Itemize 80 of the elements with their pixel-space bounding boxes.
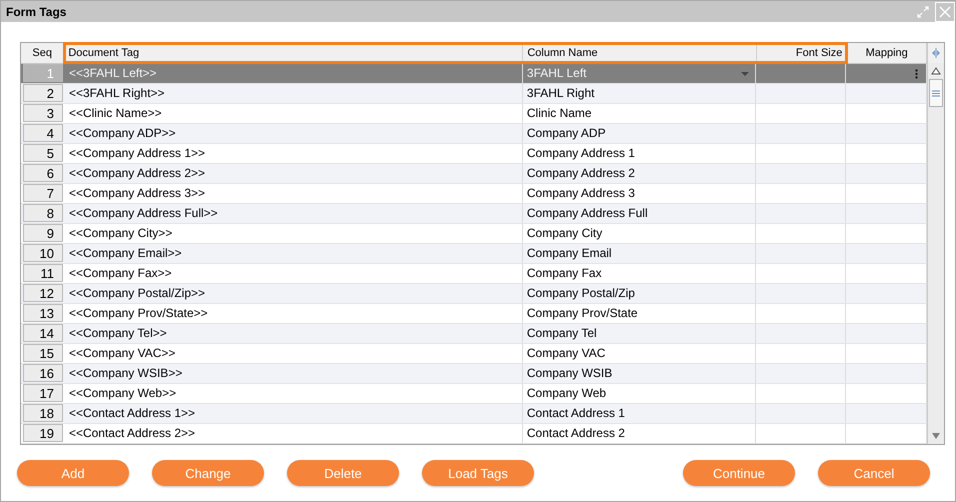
row-number: 3	[23, 104, 63, 122]
maximize-icon[interactable]	[917, 6, 929, 18]
table-cell: Company Address 1	[526, 146, 635, 160]
table-cell: <<Company Tel>>	[64, 324, 523, 343]
table-cell: <<Company Prov/State>>	[64, 304, 523, 323]
row-number: 8	[23, 204, 63, 222]
scroll-up-icon[interactable]	[930, 65, 942, 77]
table-row[interactable]: 12 <<Company Postal/Zip>> Company Postal/Zip	[21, 284, 927, 304]
table-cell: Clinic Name	[526, 106, 592, 120]
table-row[interactable]: 18 <<Contact Address 1>> Contact Address 1	[21, 404, 927, 424]
table-cell: 3FAHL Right	[526, 86, 594, 100]
table-cell: Company Postal/Zip	[526, 286, 635, 300]
table-cell: <<Company Address 3>>	[64, 184, 523, 203]
table-cell: <<Company Email>>	[64, 244, 523, 263]
table-cell: <<Company Address 1>>	[64, 144, 523, 163]
table-cell: <<Company Fax>>	[64, 264, 523, 283]
column-header[interactable]: Seq	[21, 43, 64, 63]
close-icon	[939, 6, 951, 18]
table-cell: Company Address 3	[526, 186, 635, 200]
table-cell: Company WSIB	[526, 366, 612, 380]
table-cell: <<Company City>>	[64, 224, 523, 243]
table-cell: <<Company VAC>>	[64, 344, 523, 363]
table-row[interactable]: 4 <<Company ADP>> Company ADP	[21, 124, 927, 144]
row-number: 1	[23, 64, 63, 82]
table-cell: Company Prov/State	[526, 306, 638, 320]
row-number: 17	[23, 384, 63, 402]
table-cell: Company Email	[526, 246, 612, 260]
table-cell: Company VAC	[526, 346, 606, 360]
table-cell: Company ADP	[526, 126, 606, 140]
row-number: 9	[23, 224, 63, 242]
table-cell: Company Address Full	[526, 206, 648, 220]
close-button[interactable]	[935, 2, 955, 22]
table-cell: Company Web	[526, 386, 606, 400]
window-title: Form Tags	[5, 4, 68, 18]
table-cell: Company Address 2	[526, 166, 635, 180]
row-number: 6	[23, 164, 63, 182]
scrollbar-thumb[interactable]	[929, 79, 943, 107]
table-cell: Company Tel	[526, 326, 597, 340]
table-row[interactable]: 10 <<Company Email>> Company Email	[21, 244, 927, 264]
row-number: 7	[23, 184, 63, 202]
table-cell: <<Contact Address 1>>	[64, 404, 523, 423]
column-header[interactable]: Document Tag	[64, 43, 524, 63]
row-number: 14	[23, 324, 63, 342]
table-row[interactable]: 16 <<Company WSIB>> Company WSIB	[21, 364, 927, 384]
more-icon[interactable]	[915, 69, 918, 79]
row-number: 2	[23, 84, 63, 102]
row-number: 16	[23, 364, 63, 382]
row-number: 4	[23, 124, 63, 142]
table-cell: <<Company Postal/Zip>>	[64, 284, 523, 303]
table-cell: <<Company Address Full>>	[64, 204, 523, 223]
table-cell: <<Company Address 2>>	[64, 164, 523, 183]
column-header[interactable]: Column Name	[523, 43, 758, 63]
table-row[interactable]: 6 <<Company Address 2>> Company Address 2	[21, 164, 927, 184]
table-cell: <<Company ADP>>	[64, 124, 523, 143]
table-cell: Contact Address 1	[526, 406, 625, 420]
table-row[interactable]: 2 <<3FAHL Right>> 3FAHL Right	[21, 84, 927, 104]
row-number: 18	[23, 404, 63, 422]
row-number: 5	[23, 144, 63, 162]
dropdown-caret-icon[interactable]	[741, 72, 750, 76]
row-number: 11	[23, 264, 63, 282]
table-row[interactable]: 8 <<Company Address Full>> Company Address Full	[21, 204, 927, 224]
table-cell: Company Fax	[526, 266, 602, 280]
table-cell: <<3FAHL Left>>	[64, 64, 523, 83]
row-number: 10	[23, 244, 63, 262]
table-cell: <<Clinic Name>>	[64, 104, 523, 123]
table-cell: Company City	[526, 226, 602, 240]
table-row[interactable]: 14 <<Company Tel>> Company Tel	[21, 324, 927, 344]
column-header[interactable]: Font Size	[757, 43, 848, 63]
row-number: 13	[23, 304, 63, 322]
table-cell: 3FAHL Left	[526, 66, 586, 80]
table-row[interactable]: 1 <<3FAHL Left>> 3FAHL Left	[21, 64, 927, 84]
table-cell: <<Company WSIB>>	[64, 364, 523, 383]
table-cell: Contact Address 2	[526, 426, 625, 440]
row-number: 12	[23, 284, 63, 302]
table-cell: <<Contact Address 2>>	[64, 424, 523, 443]
row-number: 19	[23, 424, 63, 442]
table-cell: <<Company Web>>	[64, 384, 523, 403]
table-row[interactable]: 19 <<Contact Address 2>> Contact Address 2	[21, 424, 927, 444]
table-cell: <<3FAHL Right>>	[64, 84, 523, 103]
row-number: 15	[23, 344, 63, 362]
